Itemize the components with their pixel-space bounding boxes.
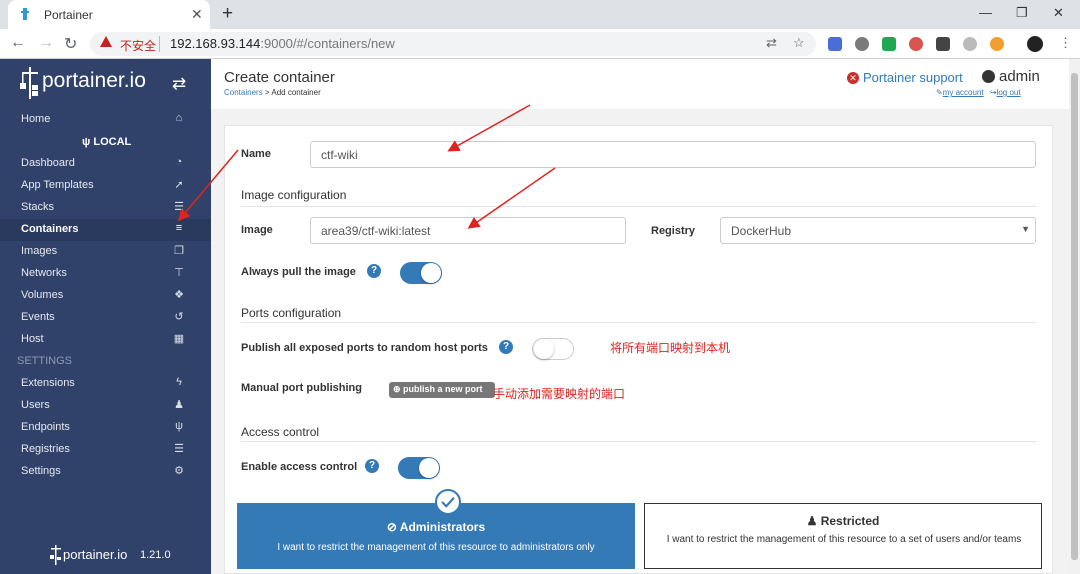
annotation-arrows xyxy=(178,104,556,229)
arrow-to-containers xyxy=(178,149,239,222)
arrow-to-name xyxy=(447,104,531,152)
arrow-to-image xyxy=(467,167,556,229)
